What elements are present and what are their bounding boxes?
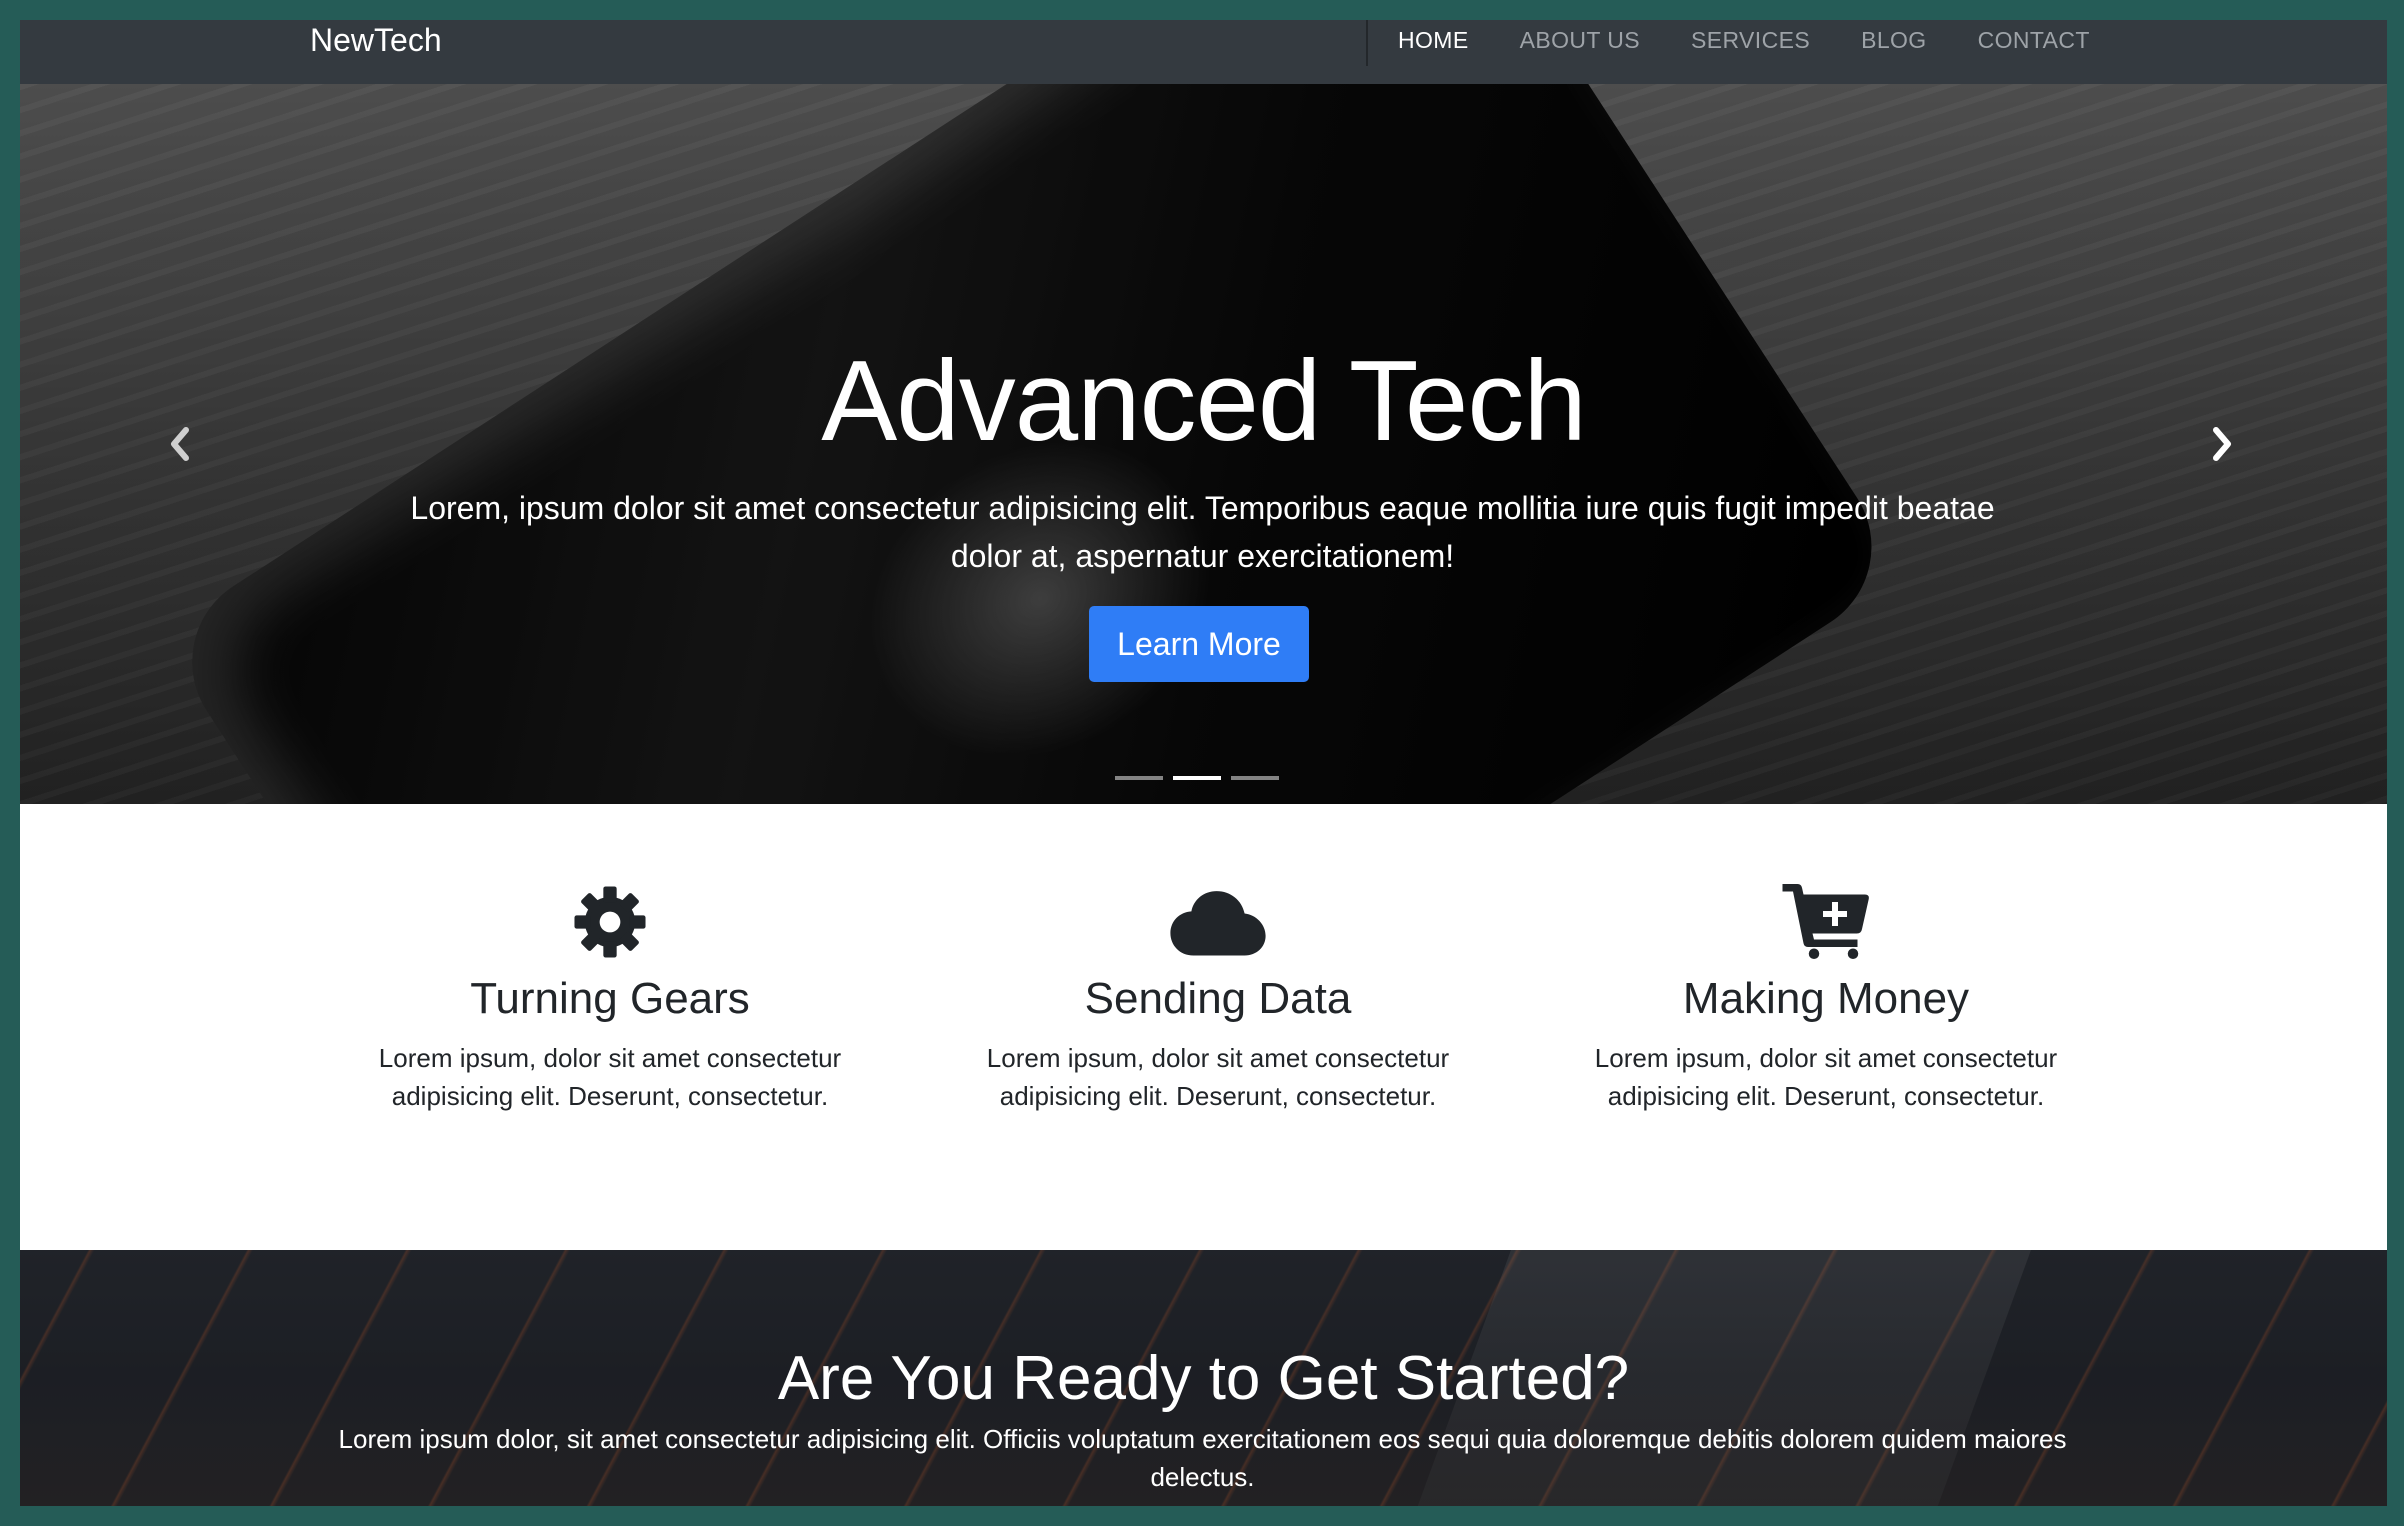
learn-more-button[interactable]: Learn More <box>1089 606 1309 682</box>
cta-text: Lorem ipsum dolor, sit amet consectetur … <box>338 1424 2067 1492</box>
feature-text: Lorem ipsum, dolor sit amet consectetur … <box>378 1043 842 1111</box>
feature-sending-data: Sending Data Lorem ipsum, dolor sit amet… <box>958 804 1478 1115</box>
nav-link-home[interactable]: HOME <box>1398 27 1469 54</box>
feature-turning-gears: Turning Gears Lorem ipsum, dolor sit ame… <box>350 804 870 1115</box>
carousel-indicator-3[interactable] <box>1231 776 1279 780</box>
features-section: Turning Gears Lorem ipsum, dolor sit ame… <box>20 804 2387 1250</box>
feature-making-money: Making Money Lorem ipsum, dolor sit amet… <box>1566 804 2086 1115</box>
feature-text: Lorem ipsum, dolor sit amet consectetur … <box>1594 1043 2058 1111</box>
page: NewTech HOME ABOUT US SERVICES BLOG CONT… <box>20 20 2387 1506</box>
feature-title: Turning Gears <box>470 974 750 1023</box>
carousel-indicator-1[interactable] <box>1115 776 1163 780</box>
nav-links: HOME ABOUT US SERVICES BLOG CONTACT <box>1398 20 2090 60</box>
nav-link-blog[interactable]: BLOG <box>1861 27 1927 54</box>
carousel-indicator-2[interactable] <box>1173 776 1221 780</box>
cta-section: Are You Ready to Get Started? Lorem ipsu… <box>20 1250 2387 1506</box>
nav-divider <box>1366 20 1368 66</box>
cart-plus-icon <box>1782 884 1869 959</box>
cta-title: Are You Ready to Get Started? <box>777 1344 1630 1413</box>
navbar: NewTech HOME ABOUT US SERVICES BLOG CONT… <box>20 20 2387 84</box>
nav-link-contact[interactable]: CONTACT <box>1978 27 2090 54</box>
gear-icon <box>574 886 646 958</box>
feature-text: Lorem ipsum, dolor sit amet consectetur … <box>986 1043 1450 1111</box>
feature-icon-wrap <box>1566 879 2086 959</box>
brand-logo[interactable]: NewTech <box>310 20 442 60</box>
carousel-indicators <box>1115 776 1279 780</box>
hero-title: Advanced Tech <box>821 338 1586 465</box>
nav-link-services[interactable]: SERVICES <box>1691 27 1810 54</box>
feature-icon-wrap <box>350 879 870 959</box>
cloud-icon <box>1170 891 1266 956</box>
hero-text: Lorem, ipsum dolor sit amet consectetur … <box>410 490 1995 574</box>
hero-carousel: Advanced Tech Lorem, ipsum dolor sit ame… <box>20 84 2387 804</box>
feature-icon-wrap <box>958 879 1478 959</box>
feature-title: Making Money <box>1682 974 1970 1023</box>
nav-link-about-us[interactable]: ABOUT US <box>1520 27 1640 54</box>
feature-title: Sending Data <box>1084 974 1352 1023</box>
